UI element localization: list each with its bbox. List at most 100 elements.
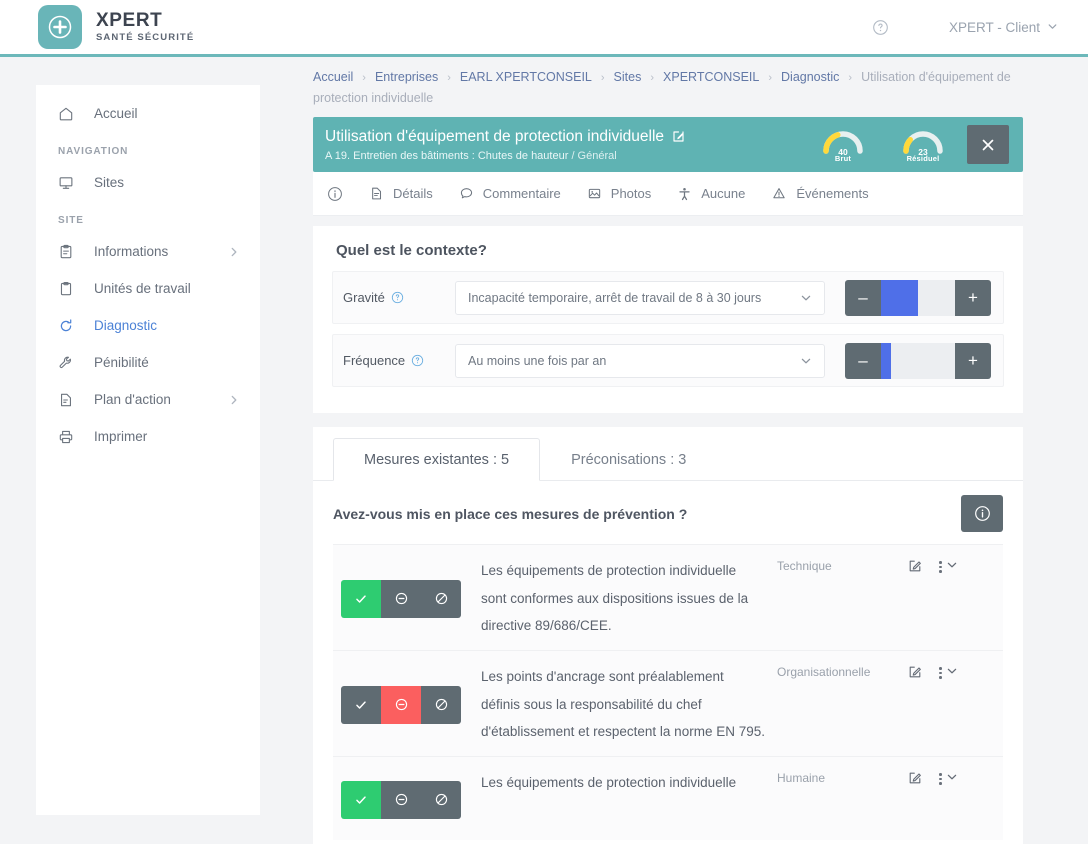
breadcrumb-item[interactable]: Sites — [614, 70, 642, 84]
breadcrumb-separator: › — [650, 72, 654, 84]
gravit--level-track[interactable] — [881, 280, 955, 316]
tab-d-tails[interactable]: Détails — [369, 186, 433, 201]
measure-state-partial-button[interactable] — [381, 580, 421, 618]
gravit--decrement-button[interactable]: – — [845, 280, 881, 316]
tab-info[interactable] — [327, 186, 343, 202]
breadcrumb: Accueil›Entreprises›EARL XPERTCONSEIL›Si… — [300, 57, 1048, 108]
close-x-icon[interactable] — [967, 125, 1009, 164]
measure-edit-button[interactable] — [907, 770, 923, 786]
page-subtitle-suffix: / Général — [571, 150, 616, 162]
measures-card: Mesures existantes : 5Préconisations : 3… — [313, 427, 1023, 844]
context-row-gravit-: Gravité Incapacité temporaire, arrêt de t… — [332, 271, 1004, 324]
breadcrumb-item[interactable]: Accueil — [313, 70, 353, 84]
help-circle-icon — [391, 291, 404, 304]
sidebar-item-label: Imprimer — [94, 429, 147, 444]
measure-state-no-button[interactable] — [421, 781, 461, 819]
file-text-icon — [369, 186, 384, 201]
context-label-text: Gravité — [343, 290, 385, 305]
chevron-down-icon — [800, 355, 812, 367]
diagnostic-header-card: Utilisation d'équipement de protection i… — [313, 117, 1023, 172]
fr-quence-decrement-button[interactable]: – — [845, 343, 881, 379]
measure-state-partial-button[interactable] — [381, 686, 421, 724]
tab-label: Événements — [796, 186, 868, 201]
user-menu[interactable]: XPERT - Client — [949, 20, 1058, 35]
measure-menu-button[interactable] — [939, 664, 958, 682]
sidebar-item-accueil[interactable]: Accueil — [36, 95, 260, 132]
fr-quence-stepper[interactable]: –+ — [845, 343, 991, 379]
chevron-down-icon — [1047, 20, 1058, 35]
gravit--level-fill — [881, 280, 918, 316]
measure-state-group — [341, 686, 461, 724]
measure-text: Les équipements de protection individuel… — [481, 769, 777, 797]
sidebar-item-plan-d-action[interactable]: Plan d'action — [36, 381, 260, 418]
sidebar-item-sites[interactable]: Sites — [36, 164, 260, 201]
page-title: Utilisation d'équipement de protection i… — [325, 128, 819, 146]
page-title-text: Utilisation d'équipement de protection i… — [325, 128, 664, 146]
measure-actions — [907, 769, 1003, 788]
measure-actions — [907, 557, 1003, 576]
measures-tabs: Mesures existantes : 5Préconisations : 3 — [313, 427, 1023, 481]
gravit--select-value: Incapacité temporaire, arrêt de travail … — [468, 291, 761, 305]
sidebar-item-informations[interactable]: Informations — [36, 233, 260, 270]
breadcrumb-item[interactable]: Entreprises — [375, 70, 438, 84]
tab-commentaire[interactable]: Commentaire — [459, 186, 561, 201]
tab-photos[interactable]: Photos — [587, 186, 651, 201]
measure-edit-button[interactable] — [907, 558, 923, 574]
help-circle-icon — [411, 354, 424, 367]
gravit--stepper[interactable]: –+ — [845, 280, 991, 316]
measure-row: Les points d'ancrage sont préalablement … — [333, 650, 1003, 756]
measure-state-partial-button[interactable] — [381, 781, 421, 819]
breadcrumb-item[interactable]: Diagnostic — [781, 70, 839, 84]
user-menu-label: XPERT - Client — [949, 20, 1040, 35]
tab--v-nements[interactable]: Événements — [771, 186, 868, 201]
measure-state-yes-button[interactable] — [341, 686, 381, 724]
home-icon — [58, 106, 80, 122]
wrench-icon — [58, 355, 80, 371]
tab-aucune[interactable]: Aucune — [677, 186, 745, 202]
fr-quence-level-fill — [881, 343, 891, 379]
sidebar-item-unit-s-de-travail[interactable]: Unités de travail — [36, 270, 260, 307]
measures-tab-preconisations[interactable]: Préconisations : 3 — [540, 438, 717, 481]
measures-tab-existantes[interactable]: Mesures existantes : 5 — [333, 438, 540, 481]
refresh-cycle-icon — [58, 318, 80, 334]
printer-icon — [58, 429, 80, 445]
help-circle-icon[interactable] — [872, 19, 889, 36]
measure-menu-button[interactable] — [939, 558, 958, 576]
sidebar-item-imprimer[interactable]: Imprimer — [36, 418, 260, 455]
kebab-menu-icon — [939, 773, 942, 785]
sidebar-item-diagnostic[interactable]: Diagnostic — [36, 307, 260, 344]
measure-state-group — [341, 781, 461, 819]
context-card-title: Quel est le contexte? — [336, 242, 1004, 259]
gravit--increment-button[interactable]: + — [955, 280, 991, 316]
measure-state-toggle — [333, 781, 481, 819]
kebab-menu-icon — [939, 667, 942, 679]
context-label-gravit-: Gravité — [343, 290, 455, 305]
measure-menu-button[interactable] — [939, 770, 958, 788]
measure-row: Les équipements de protection individuel… — [333, 544, 1003, 650]
fr-quence-increment-button[interactable]: + — [955, 343, 991, 379]
sidebar-item-label: Informations — [94, 244, 168, 259]
gravit--select[interactable]: Incapacité temporaire, arrêt de travail … — [455, 281, 825, 315]
measure-edit-button[interactable] — [907, 664, 923, 680]
sidebar-item-p-nibilit[interactable]: Pénibilité — [36, 344, 260, 381]
measure-state-no-button[interactable] — [421, 580, 461, 618]
risk-gauge-résiduel: 23Résiduel — [899, 127, 947, 163]
medical-cross-circle-icon — [38, 5, 82, 49]
measure-state-yes-button[interactable] — [341, 580, 381, 618]
info-circle-icon[interactable] — [961, 495, 1003, 532]
sidebar-item-label: Plan d'action — [94, 392, 171, 407]
fr-quence-select[interactable]: Au moins une fois par an — [455, 344, 825, 378]
brand-logo-block[interactable]: XPERT SANTÉ SÉCURITÉ — [38, 5, 194, 49]
edit-square-icon[interactable] — [671, 129, 686, 144]
breadcrumb-item[interactable]: EARL XPERTCONSEIL — [460, 70, 592, 84]
measure-state-toggle — [333, 580, 481, 618]
breadcrumb-separator: › — [601, 72, 605, 84]
context-card: Quel est le contexte? Gravité Incapacité … — [313, 226, 1023, 413]
measure-state-yes-button[interactable] — [341, 781, 381, 819]
chevron-right-icon — [228, 394, 240, 406]
fr-quence-level-track[interactable] — [881, 343, 955, 379]
detail-tabstrip: Détails Commentaire Photos Aucune Événements — [313, 172, 1023, 216]
breadcrumb-item[interactable]: XPERTCONSEIL — [663, 70, 759, 84]
measure-state-no-button[interactable] — [421, 686, 461, 724]
clipboard-list-icon — [58, 244, 80, 260]
